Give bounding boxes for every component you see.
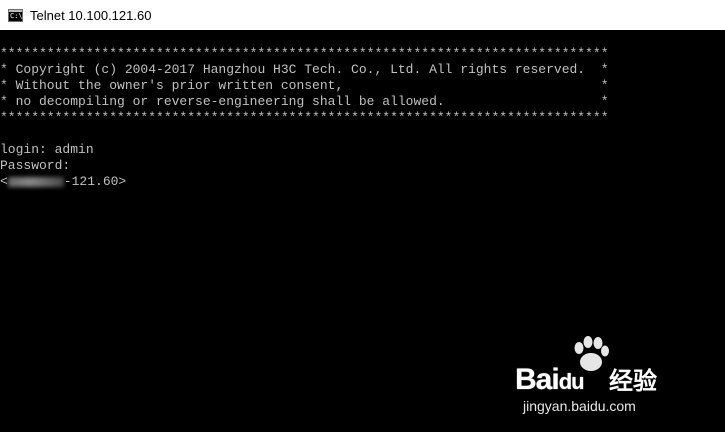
command-prompt[interactable]: < -121.60> xyxy=(0,174,126,190)
login-line: login: admin xyxy=(0,142,94,157)
console-line: * no decompiling or reverse-engineering … xyxy=(0,94,609,109)
watermark-url: jingyan.baidu.com xyxy=(523,398,636,414)
console-line: * Copyright (c) 2004-2017 Hangzhou H3C T… xyxy=(0,62,609,77)
baidu-jingyan-watermark: Baidu 经验 jingyan.baidu.com xyxy=(515,336,695,416)
console-line: * Without the owner's prior written cons… xyxy=(0,78,609,93)
brand-text: Bai xyxy=(515,363,560,396)
telnet-window: C:\ Telnet 10.100.121.60 ***************… xyxy=(0,0,725,432)
redacted-hostname xyxy=(7,176,64,187)
console-app-icon[interactable]: C:\ xyxy=(8,8,23,22)
title-bar[interactable]: C:\ Telnet 10.100.121.60 xyxy=(0,0,725,30)
console-line: ****************************************… xyxy=(0,46,609,61)
watermark-brand: Baidu xyxy=(515,363,585,398)
console-line: ****************************************… xyxy=(0,110,609,125)
prompt-open: < xyxy=(0,174,8,189)
brand-suffix: du xyxy=(558,369,585,394)
password-line: Password: xyxy=(0,158,71,173)
watermark-chinese: 经验 xyxy=(609,367,657,395)
window-title: Telnet 10.100.121.60 xyxy=(30,7,152,23)
prompt-suffix: -121.60> xyxy=(63,174,127,189)
